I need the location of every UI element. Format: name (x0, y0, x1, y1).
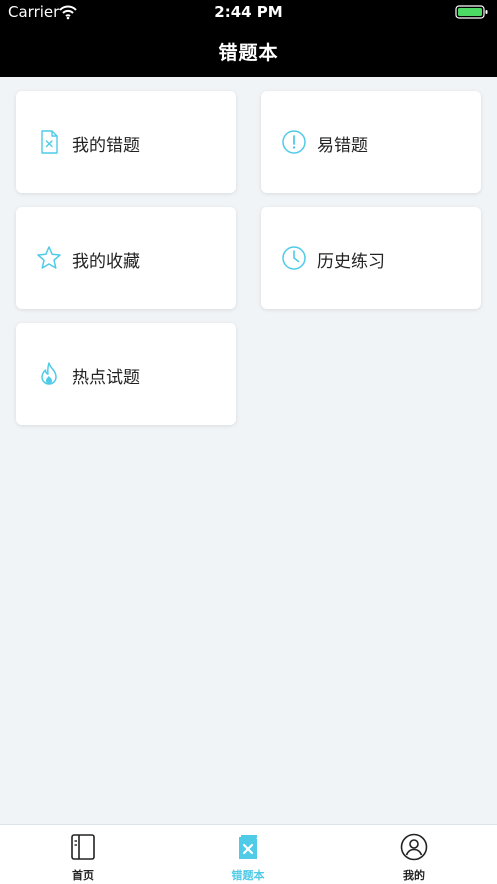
page-title: 错题本 (218, 42, 279, 64)
card-label: 热点试题 (72, 368, 140, 388)
star-icon (37, 246, 61, 269)
card-label: 易错题 (317, 136, 368, 156)
card-label: 历史练习 (317, 252, 385, 272)
tab-profile[interactable]: 我的 (354, 825, 474, 884)
clock-icon (282, 246, 306, 270)
card-error-prone-questions[interactable]: 易错题 (261, 91, 481, 193)
status-bar: Carrier 2:44 PM (0, 0, 497, 24)
tab-home[interactable]: 首页 (23, 825, 143, 884)
battery-icon (455, 5, 488, 19)
status-time: 2:44 PM (214, 3, 283, 21)
card-label: 我的错题 (72, 136, 140, 156)
exclamation-icon (282, 130, 306, 154)
wrongbook-icon (239, 835, 257, 859)
card-my-wrong-questions[interactable]: 我的错题 (16, 91, 236, 193)
card-my-favorites[interactable]: 我的收藏 (16, 207, 236, 309)
wrong-doc-icon (41, 130, 58, 154)
card-hot-questions[interactable]: 热点试题 (16, 323, 236, 425)
tab-label: 错题本 (231, 869, 265, 882)
tab-wrong-book[interactable]: 错题本 (188, 825, 308, 884)
flame-icon (41, 362, 57, 385)
tab-bar: 首页 错题本 我的 (0, 824, 497, 884)
card-history-practice[interactable]: 历史练习 (261, 207, 481, 309)
nav-bar: 错题本 (0, 24, 497, 77)
card-label: 我的收藏 (72, 252, 140, 272)
tab-label: 我的 (403, 869, 425, 882)
user-icon (400, 833, 428, 861)
tab-label: 首页 (72, 869, 94, 882)
book-icon (71, 834, 95, 860)
